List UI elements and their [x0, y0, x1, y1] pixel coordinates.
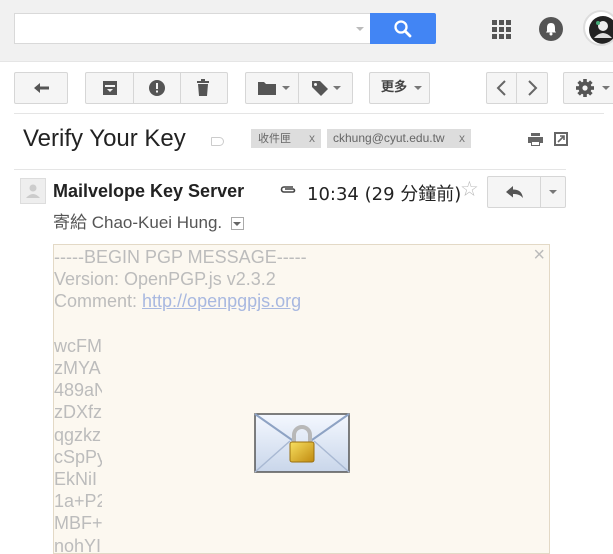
pgp-body-line: qgzkz — [54, 424, 102, 445]
pgp-body-line: 1a+P2 — [54, 491, 107, 512]
report-spam-button[interactable] — [134, 73, 181, 103]
remove-label-button[interactable]: x — [459, 129, 465, 148]
labels-button[interactable] — [299, 73, 352, 103]
close-overlay-button[interactable]: × — [533, 245, 545, 267]
pgp-header-line: Version: OpenPGP.js v2.3.2 — [54, 269, 276, 290]
notifications-bell-icon[interactable] — [539, 17, 563, 41]
pagination-group — [486, 72, 548, 104]
pgp-body-line: zMYA — [54, 358, 101, 379]
message-subject: Verify Your Key — [23, 125, 186, 152]
message-header-divider — [14, 169, 566, 170]
toolbar-divider — [14, 113, 604, 114]
pgp-body-line: cSpPy — [54, 446, 107, 467]
chevron-right-icon — [528, 80, 538, 96]
sender-avatar[interactable] — [20, 178, 46, 204]
label-chip-inbox[interactable]: 收件匣 x — [251, 129, 321, 148]
print-icon[interactable] — [528, 133, 543, 146]
star-icon[interactable]: ☆ — [460, 177, 479, 202]
search-input[interactable] — [14, 13, 370, 44]
more-button[interactable]: 更多 — [369, 72, 430, 104]
encrypted-envelope-lock-icon[interactable] — [254, 413, 350, 473]
action-button-group — [85, 72, 228, 104]
sender-name[interactable]: Mailvelope Key Server — [53, 181, 253, 202]
chevron-left-icon — [496, 80, 506, 96]
back-arrow-icon — [34, 83, 49, 93]
folder-icon — [258, 82, 290, 95]
back-button[interactable] — [14, 72, 68, 104]
recipient-line: 寄給 Chao-Kuei Hung. — [53, 208, 244, 233]
label-tag-icon — [312, 81, 341, 96]
attachment-paperclip-icon — [280, 186, 296, 193]
apps-grid-icon[interactable] — [492, 20, 512, 40]
open-new-window-icon[interactable] — [554, 132, 568, 146]
label-chip-email[interactable]: ckhung@cyut.edu.tw x — [327, 129, 471, 148]
report-spam-icon — [149, 80, 165, 96]
pgp-comment-link[interactable]: http://openpgpjs.org — [142, 291, 301, 311]
pgp-body-line: zDXfz — [54, 402, 103, 423]
reply-arrow-icon — [506, 186, 523, 198]
more-chevron-down-icon — [414, 86, 422, 90]
trash-icon — [197, 79, 209, 96]
top-bar — [0, 0, 613, 62]
pgp-body-line: EkNiI — [54, 469, 98, 490]
remove-label-button[interactable]: x — [309, 129, 315, 148]
pgp-body-line: wcFM — [54, 335, 102, 356]
reply-more-options-button[interactable] — [541, 177, 565, 207]
label-chip-text: 收件匣 — [258, 132, 291, 145]
pgp-header-line: -----BEGIN PGP MESSAGE----- — [54, 247, 307, 267]
pgp-comment-prefix: Comment: — [54, 291, 143, 312]
delete-button[interactable] — [181, 73, 227, 103]
archive-icon — [103, 81, 117, 95]
settings-button[interactable] — [563, 72, 613, 104]
message-timestamp[interactable]: 10:34 (29 分鐘前) — [307, 180, 461, 206]
pgp-body-line: MBF+ — [54, 513, 103, 534]
archive-button[interactable] — [86, 73, 134, 103]
recipient-name[interactable]: Chao-Kuei Hung. — [92, 213, 222, 232]
search-icon — [394, 20, 412, 38]
pgp-body-line: 489aN — [54, 380, 108, 401]
account-avatar[interactable] — [583, 10, 613, 46]
gear-icon — [576, 79, 610, 97]
to-prefix: 寄給 — [53, 213, 87, 233]
pgp-encrypted-message[interactable]: -----BEGIN PGP MESSAGE----- Version: Ope… — [53, 244, 550, 554]
move-to-button[interactable] — [246, 73, 299, 103]
label-chip-text: ckhung@cyut.edu.tw — [333, 131, 445, 145]
older-button[interactable] — [517, 73, 547, 103]
chevron-down-icon — [549, 190, 557, 194]
move-label-group — [245, 72, 353, 104]
search-options-icon[interactable] — [356, 27, 364, 31]
pgp-body-line: nohYI — [54, 535, 102, 554]
reply-button-group — [487, 176, 566, 208]
reply-button[interactable] — [488, 177, 541, 207]
importance-label-icon[interactable] — [211, 137, 224, 146]
newer-button[interactable] — [487, 73, 517, 103]
search-button[interactable] — [370, 13, 436, 44]
show-details-dropdown-icon[interactable] — [230, 217, 244, 231]
